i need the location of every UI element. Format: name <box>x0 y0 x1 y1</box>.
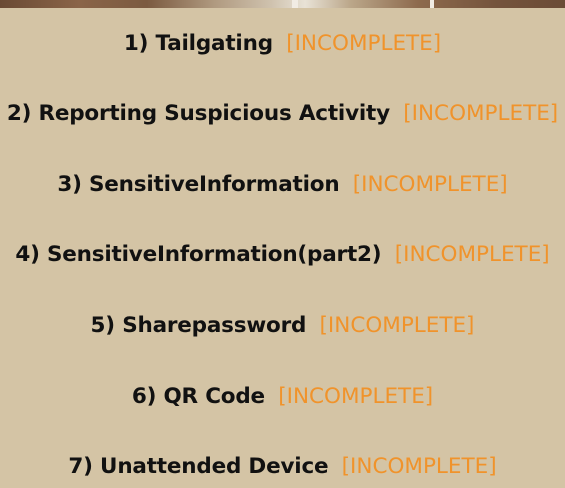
scene-post <box>292 0 298 8</box>
task-label: 1) Tailgating <box>123 31 273 56</box>
task-status-badge: [INCOMPLETE] <box>394 242 550 267</box>
task-item-sensitive-information: 3) SensitiveInformation [INCOMPLETE] <box>0 168 565 202</box>
task-label: 5) Sharepassword <box>90 313 307 338</box>
task-label: 2) Reporting Suspicious Activity <box>6 101 390 126</box>
scene-post <box>430 0 434 8</box>
task-label: 7) Unattended Device <box>68 454 329 479</box>
task-item-qr-code: 6) QR Code [INCOMPLETE] <box>0 380 565 414</box>
task-item-unattended-device: 7) Unattended Device [INCOMPLETE] <box>0 450 565 484</box>
task-status-badge: [INCOMPLETE] <box>286 31 442 56</box>
task-label: 3) SensitiveInformation <box>57 172 340 197</box>
task-item-sensitive-information-part2: 4) SensitiveInformation(part2) [INCOMPLE… <box>0 238 565 272</box>
game-scene-strip <box>0 0 565 8</box>
task-status-badge: [INCOMPLETE] <box>278 384 434 409</box>
task-item-share-password: 5) Sharepassword [INCOMPLETE] <box>0 309 565 343</box>
task-item-reporting-suspicious-activity: 2) Reporting Suspicious Activity [INCOMP… <box>0 97 565 131</box>
task-item-tailgating: 1) Tailgating [INCOMPLETE] <box>0 27 565 61</box>
quest-log-screen: 1) Tailgating [INCOMPLETE] 2) Reporting … <box>0 0 565 488</box>
task-status-badge: [INCOMPLETE] <box>403 101 559 126</box>
task-status-badge: [INCOMPLETE] <box>319 313 475 338</box>
task-status-badge: [INCOMPLETE] <box>341 454 497 479</box>
task-label: 4) SensitiveInformation(part2) <box>15 242 382 267</box>
task-status-badge: [INCOMPLETE] <box>352 172 508 197</box>
task-list: 1) Tailgating [INCOMPLETE] 2) Reporting … <box>0 8 565 488</box>
task-label: 6) QR Code <box>131 384 265 409</box>
